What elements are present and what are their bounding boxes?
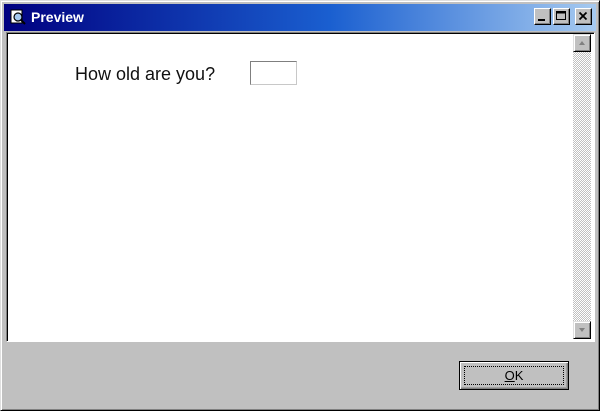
title-bar[interactable]: Preview: [4, 4, 596, 31]
window-title: Preview: [31, 9, 84, 25]
ok-button-label: OK: [460, 368, 568, 383]
minimize-button[interactable]: [534, 8, 551, 25]
scroll-up-button[interactable]: [573, 34, 591, 52]
preview-window: Preview How old are you? OK: [0, 0, 600, 411]
age-question-label: How old are you?: [75, 64, 216, 84]
close-button[interactable]: [575, 8, 592, 25]
maximize-button[interactable]: [553, 8, 570, 25]
ok-label-rest: K: [514, 368, 524, 383]
preview-magnifier-icon: [10, 9, 26, 25]
ok-mnemonic: O: [504, 368, 515, 383]
age-input[interactable]: [250, 61, 297, 85]
preview-content-area: How old are you?: [6, 32, 595, 342]
vertical-scrollbar[interactable]: [573, 34, 591, 339]
scroll-down-button[interactable]: [573, 321, 591, 339]
ok-button[interactable]: OK: [459, 361, 569, 390]
